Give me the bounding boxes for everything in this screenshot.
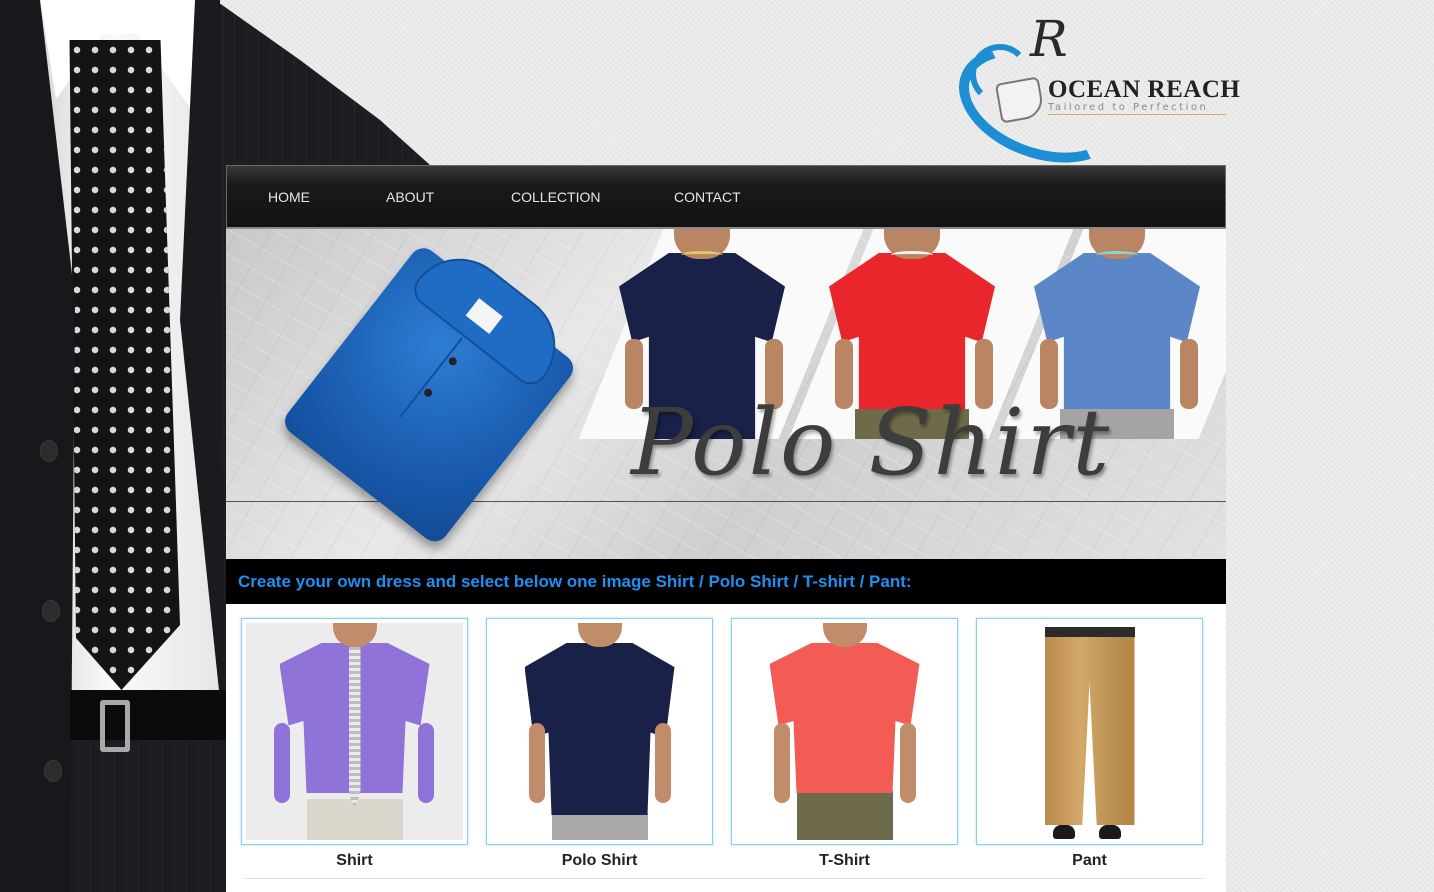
instruction-bar: Create your own dress and select below o… bbox=[226, 559, 1226, 604]
nav-home[interactable]: HOME bbox=[268, 166, 310, 228]
suit-belt bbox=[70, 690, 230, 740]
product-card-shirt[interactable]: Shirt bbox=[241, 618, 468, 878]
logo-letter: R bbox=[1030, 10, 1068, 68]
brand-name: OCEAN REACH bbox=[1048, 76, 1241, 103]
main-nav: HOME ABOUT COLLECTION CONTACT bbox=[226, 165, 1226, 229]
product-card-t-shirt[interactable]: T-Shirt bbox=[731, 618, 958, 878]
product-label: Shirt bbox=[336, 852, 373, 869]
polo-shirt-photo bbox=[491, 623, 708, 840]
product-label: Pant bbox=[1072, 852, 1107, 869]
hero-banner: Polo Shirt bbox=[226, 229, 1226, 559]
section-divider bbox=[244, 878, 1204, 879]
nav-about[interactable]: ABOUT bbox=[386, 166, 434, 228]
product-frame bbox=[486, 618, 713, 845]
product-label: Polo Shirt bbox=[561, 852, 638, 869]
shirt-photo bbox=[246, 623, 463, 840]
product-frame bbox=[731, 618, 958, 845]
product-frame bbox=[241, 618, 468, 845]
suit-button bbox=[44, 760, 62, 782]
product-frame bbox=[976, 618, 1203, 845]
product-card-pant[interactable]: Pant bbox=[976, 618, 1203, 878]
tie-icon bbox=[348, 647, 361, 807]
brand-tagline: Tailored to Perfection bbox=[1048, 102, 1226, 115]
banner-title: Polo Shirt bbox=[631, 389, 1112, 496]
pant-photo bbox=[981, 623, 1198, 840]
suit-buckle bbox=[100, 700, 130, 752]
product-card-polo-shirt[interactable]: Polo Shirt bbox=[486, 618, 713, 878]
main-container: HOME ABOUT COLLECTION CONTACT Polo Shirt… bbox=[226, 165, 1226, 892]
nav-collection[interactable]: COLLECTION bbox=[511, 166, 600, 228]
brand-logo[interactable]: R OCEAN REACH Tailored to Perfection bbox=[942, 10, 1240, 184]
product-label: T-Shirt bbox=[819, 852, 870, 869]
t-shirt-photo bbox=[736, 623, 953, 840]
suit-button bbox=[42, 600, 60, 622]
nav-contact[interactable]: CONTACT bbox=[674, 166, 741, 228]
suit-button bbox=[40, 440, 58, 462]
